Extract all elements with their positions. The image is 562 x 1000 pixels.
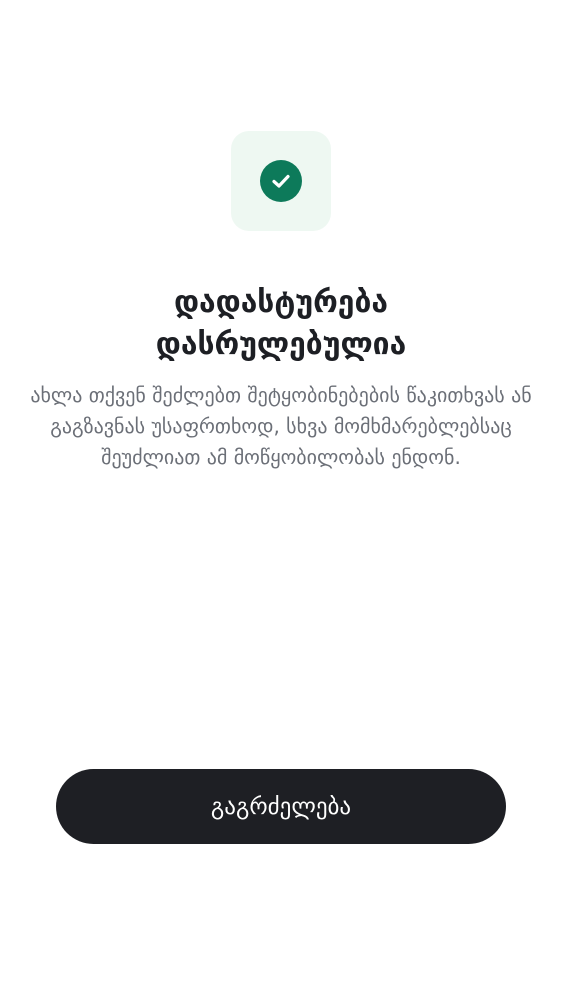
page-title-line-1: დადასტურება — [174, 285, 388, 321]
continue-button[interactable]: გაგრძელება — [56, 769, 506, 844]
verification-complete-screen: დადასტურება დასრულებულია ახლა თქვენ შეძლ… — [0, 0, 562, 1000]
page-title: დადასტურება დასრულებულია — [40, 282, 522, 366]
description-text: ახლა თქვენ შეძლებთ შეტყობინებების წაკითხ… — [30, 383, 532, 469]
check-circle-icon — [260, 160, 302, 202]
page-title-line-2: დასრულებულია — [155, 327, 407, 363]
success-icon-tile — [231, 131, 331, 231]
checkmark-icon — [272, 174, 290, 188]
